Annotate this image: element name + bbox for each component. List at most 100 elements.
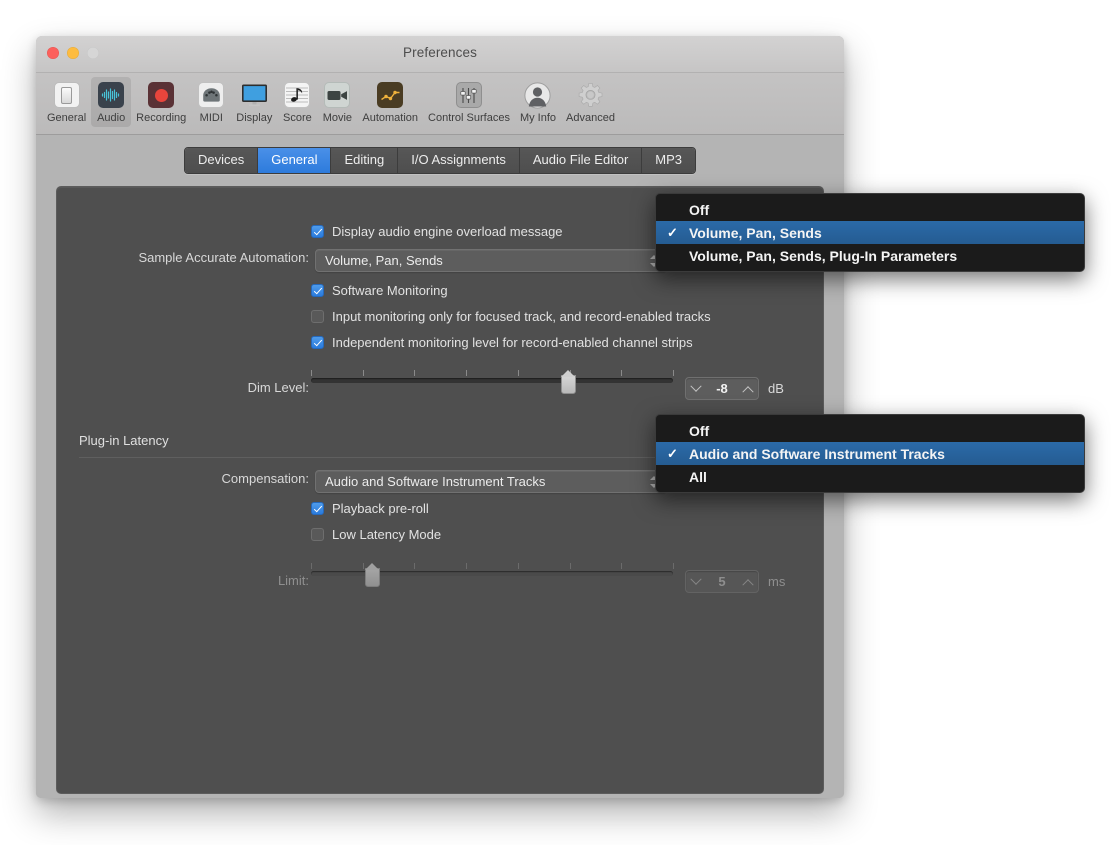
waveform-icon: [96, 80, 126, 110]
menu-item-volume-pan-sends-plugin-parameters[interactable]: Volume, Pan, Sends, Plug-In Parameters: [656, 244, 1084, 267]
gear-icon: [576, 80, 606, 110]
menu-item-label: Off: [689, 422, 710, 439]
slider-tick: [517, 370, 519, 376]
menu-item-label: Off: [689, 201, 710, 218]
stepper-down-icon[interactable]: [686, 573, 706, 586]
toolbar-item-automation[interactable]: Automation: [357, 77, 423, 127]
toolbar-label: Recording: [136, 112, 187, 124]
faders-icon: [454, 80, 484, 110]
stepper-up-icon[interactable]: [738, 578, 758, 590]
checkbox-box-icon: [311, 310, 324, 323]
slider-tick: [311, 370, 312, 376]
slider-dim-level[interactable]: [311, 370, 674, 396]
checkbox-label: Low Latency Mode: [332, 527, 442, 542]
checkbox-box-icon: [311, 528, 324, 541]
toolbar-item-advanced[interactable]: Advanced: [561, 77, 620, 127]
preferences-toolbar: General Audio Recording MIDI Display Sco…: [36, 73, 844, 135]
toolbar-label: MIDI: [199, 112, 223, 124]
slider-thumb[interactable]: [560, 370, 576, 394]
menu-item-label: Volume, Pan, Sends, Plug-In Parameters: [689, 247, 958, 264]
toolbar-label: Automation: [362, 112, 419, 124]
checkbox-label: Input monitoring only for focused track,…: [332, 309, 711, 324]
slider-tick: [414, 563, 416, 569]
checkbox-box-icon: [311, 284, 324, 297]
tab-io-assignments[interactable]: I/O Assignments: [398, 148, 520, 173]
menu-item-volume-pan-sends[interactable]: ✓ Volume, Pan, Sends: [656, 221, 1084, 244]
checkbox-label: Software Monitoring: [332, 283, 448, 298]
checkbox-label: Display audio engine overload message: [332, 224, 563, 239]
menu-item-all[interactable]: All: [656, 465, 1084, 488]
stepper-limit[interactable]: 5: [685, 570, 759, 593]
slider-tick: [621, 370, 623, 376]
slider-tick: [621, 563, 623, 569]
stepper-dim-level[interactable]: -8: [685, 377, 759, 400]
checkbox-low-latency-mode[interactable]: Low Latency Mode: [311, 527, 441, 542]
slider-tick: [517, 563, 519, 569]
monitor-icon: [239, 80, 269, 110]
slider-tick: [414, 370, 416, 376]
slider-limit[interactable]: [311, 563, 674, 589]
menu-item-audio-and-software-instrument-tracks[interactable]: ✓ Audio and Software Instrument Tracks: [656, 442, 1084, 465]
popup-compensation[interactable]: Audio and Software Instrument Tracks: [315, 470, 667, 493]
tab-devices[interactable]: Devices: [184, 148, 259, 173]
checkbox-label: Independent monitoring level for record-…: [332, 335, 693, 350]
tab-general[interactable]: General: [258, 148, 332, 173]
checkbox-box-icon: [311, 502, 324, 515]
toolbar-item-movie[interactable]: Movie: [317, 77, 357, 127]
checkbox-software-monitoring[interactable]: Software Monitoring: [311, 283, 448, 298]
tab-mp3[interactable]: MP3: [642, 148, 696, 173]
toolbar-label: General: [47, 112, 87, 124]
stepper-limit-group: 5 ms: [685, 570, 785, 593]
popup-sample-accurate-automation[interactable]: Volume, Pan, Sends: [315, 249, 667, 272]
stepper-dim-level-group: -8 dB: [685, 377, 784, 400]
unit-db: dB: [768, 381, 784, 396]
menu-item-off[interactable]: Off: [656, 198, 1084, 221]
tab-editing[interactable]: Editing: [331, 148, 399, 173]
menu-item-off[interactable]: Off: [656, 419, 1084, 442]
checkbox-label: Playback pre-roll: [332, 501, 429, 516]
toolbar-item-audio[interactable]: Audio: [91, 77, 132, 127]
stepper-value: -8: [716, 381, 728, 396]
checkbox-input-monitoring-focused-track[interactable]: Input monitoring only for focused track,…: [311, 309, 711, 324]
toolbar-item-control-surfaces[interactable]: Control Surfaces: [423, 77, 515, 127]
toolbar-item-score[interactable]: Score: [277, 77, 317, 127]
desktop-background: Preferences General Audio Recording MIDI…: [0, 0, 1111, 845]
toolbar-item-recording[interactable]: Recording: [131, 77, 191, 127]
slider-tick: [466, 563, 468, 569]
checkbox-independent-monitoring-level[interactable]: Independent monitoring level for record-…: [311, 335, 693, 350]
menu-item-label: All: [689, 468, 707, 485]
slider-tick: [362, 370, 364, 376]
checkbox-playback-pre-roll[interactable]: Playback pre-roll: [311, 501, 429, 516]
menu-check-icon: ✓: [667, 224, 678, 240]
dropdown-menu-sample-accurate-automation[interactable]: Off ✓ Volume, Pan, Sends Volume, Pan, Se…: [655, 193, 1085, 272]
section-heading-plugin-latency: Plug-in Latency: [79, 433, 169, 448]
tab-audio-file-editor[interactable]: Audio File Editor: [519, 148, 643, 173]
window-titlebar: Preferences: [36, 36, 844, 73]
slider-tick: [362, 563, 364, 569]
toolbar-item-general[interactable]: General: [42, 77, 91, 127]
stepper-down-icon[interactable]: [686, 380, 706, 393]
record-dot-icon: [146, 80, 176, 110]
slider-tick: [466, 370, 468, 376]
toolbar-label: My Info: [519, 112, 557, 124]
toolbar-label: Advanced: [566, 112, 615, 124]
checkbox-box-icon: [311, 225, 324, 238]
toolbar-label: Movie: [322, 112, 353, 124]
toolbar-item-midi[interactable]: MIDI: [191, 77, 231, 127]
midi-port-icon: [196, 80, 226, 110]
stepper-up-icon[interactable]: [738, 385, 758, 397]
popup-value: Volume, Pan, Sends: [325, 253, 443, 268]
window-title: Preferences: [403, 45, 477, 60]
dropdown-menu-compensation[interactable]: Off ✓ Audio and Software Instrument Trac…: [655, 414, 1085, 493]
checkbox-display-audio-engine-overload[interactable]: Display audio engine overload message: [311, 224, 563, 239]
toolbar-item-display[interactable]: Display: [231, 77, 277, 127]
stepper-value: 5: [718, 574, 726, 589]
label-compensation: Compensation:: [221, 471, 309, 486]
person-icon: [523, 80, 553, 110]
slider-tick: [673, 370, 674, 376]
slider-tick: [311, 563, 312, 569]
slider-thumb[interactable]: [365, 563, 381, 587]
label-dim-level: Dim Level:: [247, 380, 309, 395]
toolbar-item-my-info[interactable]: My Info: [515, 77, 561, 127]
checkbox-box-icon: [311, 336, 324, 349]
